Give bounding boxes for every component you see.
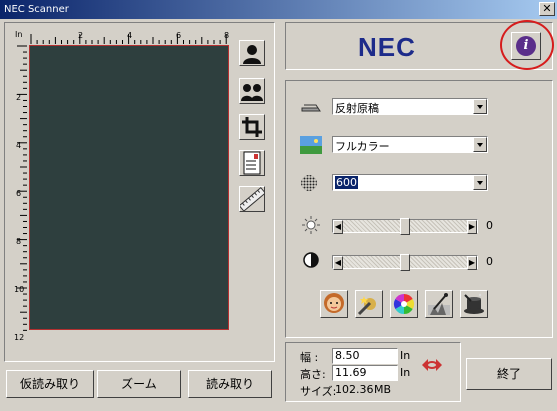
title-bar: NEC Scanner ✕ [0,0,557,19]
source-select[interactable]: 反射原稿 [332,98,488,115]
slider-left-arrow[interactable]: ◀ [333,256,343,270]
ruler-tick-label: 10 [14,285,25,294]
ruler-tick-label: 6 [16,189,22,198]
ruler-tick-label: 12 [14,333,25,342]
color-mode-select[interactable]: フルカラー [332,136,488,153]
ruler-button[interactable] [238,186,267,212]
prescan-button[interactable]: 仮読み取り [6,370,94,398]
ruler-icon [238,186,267,212]
paper-size-button[interactable] [239,150,265,176]
height-field[interactable]: 11.69 [332,365,398,381]
zoom-button[interactable]: ズーム [97,370,181,398]
crop-button[interactable] [239,114,265,140]
crop-icon [242,117,262,137]
eyedropper-icon [428,293,450,315]
slider-right-arrow[interactable]: ▶ [467,256,477,270]
preview-canvas[interactable] [29,45,229,330]
slider-thumb[interactable] [400,254,410,271]
nec-logo: NEC [358,32,416,62]
chevron-down-icon[interactable] [473,137,487,152]
close-button[interactable]: ✕ [539,2,555,16]
brightness-slider[interactable]: ◀ ▶ [332,218,478,235]
scanner-icon [301,104,321,112]
height-label: 高さ: [300,368,326,381]
contrast-value: 0 [486,255,493,268]
size-label: サイズ: [300,385,337,398]
highlight-circle [500,20,554,70]
size-unit: MB [374,383,392,396]
face-icon [324,293,344,313]
magic-star-icon [357,296,376,316]
ruler-unit: In [15,30,23,39]
portrait-button[interactable] [239,40,265,66]
color-wheel-icon [393,293,415,315]
duo-portrait-icon [241,84,263,101]
ruler-tick-label: 2 [16,93,22,102]
chevron-down-icon[interactable] [473,175,487,190]
slider-thumb[interactable] [400,218,410,235]
height-unit: In [400,366,411,379]
ruler-tick-label: 8 [224,31,230,40]
window-title: NEC Scanner [4,4,69,15]
scan-button[interactable]: 読み取り [188,370,272,398]
magic-hat-button[interactable] [460,290,488,318]
slider-right-arrow[interactable]: ▶ [467,220,477,234]
full-color-icon [300,136,322,154]
brightness-value: 0 [486,219,493,232]
color-wheel-button[interactable] [390,290,418,318]
width-field[interactable]: 8.50 [332,348,398,364]
ruler-tick-label: 4 [16,141,22,150]
contrast-slider[interactable]: ◀ ▶ [332,254,478,271]
ruler-tick-label: 2 [78,31,84,40]
width-unit: In [400,349,411,362]
resolution-select[interactable]: 600 [332,174,488,191]
face-button[interactable] [320,290,348,318]
size-value: 102.36 [335,383,374,396]
ruler-tick-label: 8 [16,237,22,246]
chevron-down-icon[interactable] [473,99,487,114]
color-mode-value: フルカラー [335,140,390,153]
paper-size-icon [243,151,261,175]
exit-button[interactable]: 終了 [466,358,552,390]
brightness-icon [302,216,320,234]
auto-adjust-button[interactable] [355,290,383,318]
contrast-icon [303,252,319,268]
source-value: 反射原稿 [335,102,379,115]
link-toggle-icon[interactable] [420,357,444,373]
width-label: 幅 : [300,351,319,364]
portrait-icon [243,45,261,64]
magic-hat-icon [464,293,484,314]
duo-portrait-button[interactable] [239,78,265,104]
ruler-tick-label: 6 [176,31,182,40]
resolution-icon [301,175,317,191]
eyedropper-button[interactable] [425,290,453,318]
resolution-value: 600 [335,176,358,189]
ruler-tick-label: 4 [127,31,133,40]
slider-left-arrow[interactable]: ◀ [333,220,343,234]
